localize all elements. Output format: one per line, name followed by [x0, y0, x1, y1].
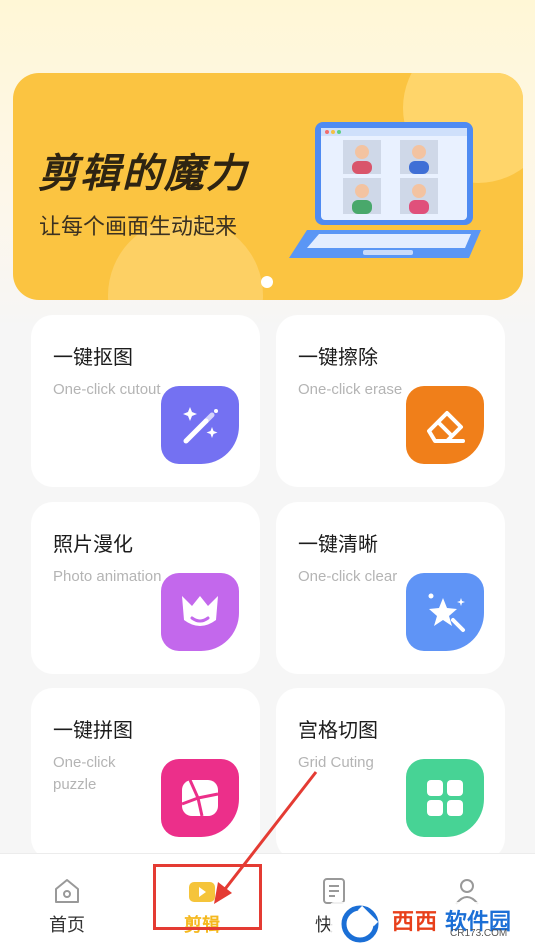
- tool-card-cutout[interactable]: 一键抠图 One-click cutout: [31, 315, 260, 487]
- tool-card-photo-animation[interactable]: 照片漫化 Photo animation: [31, 502, 260, 674]
- tool-subtitle: Photo animation: [53, 568, 162, 585]
- tool-title: 一键擦除: [298, 345, 378, 369]
- tool-title: 宫格切图: [298, 718, 378, 742]
- puzzle-collage-icon: [161, 759, 239, 837]
- tool-title: 一键清晰: [298, 532, 378, 556]
- tool-title: 一键拼图: [53, 718, 133, 742]
- tool-card-clarity[interactable]: 一键清晰 One-click clear: [276, 502, 505, 674]
- home-icon: [55, 879, 79, 903]
- tool-subtitle: One-click cutout: [53, 381, 161, 398]
- tool-subtitle: One-click erase: [298, 381, 403, 398]
- tool-card-grid-cut[interactable]: 宫格切图 Grid Cuting: [276, 688, 505, 860]
- tool-subtitle: Grid Cuting: [298, 754, 374, 771]
- tool-subtitle: One-click puzzle: [53, 754, 116, 793]
- sparkle-star-icon: [406, 573, 484, 651]
- grid-icon: [406, 759, 484, 837]
- carousel-indicator[interactable]: [261, 276, 273, 288]
- banner-subtitle: 让每个画面生动起来: [39, 215, 238, 240]
- banner-title: 剪辑的魔力: [38, 151, 248, 197]
- nav-home[interactable]: 首页: [12, 854, 122, 944]
- promo-banner[interactable]: 剪辑的魔力 让每个画面生动起来: [13, 73, 523, 300]
- tool-card-puzzle[interactable]: 一键拼图 One-click puzzle: [31, 688, 260, 860]
- tool-subtitle: One-click clear: [298, 568, 398, 585]
- annotation-highlight-box: [153, 864, 262, 930]
- eraser-icon: [406, 386, 484, 464]
- cartoon-face-icon: [161, 573, 239, 651]
- tool-title: 一键抠图: [53, 345, 133, 369]
- tool-title: 照片漫化: [53, 532, 133, 556]
- magic-wand-icon: [161, 386, 239, 464]
- watermark-url: CR173.COM: [450, 928, 508, 939]
- nav-home-label: 首页: [49, 915, 85, 936]
- watermark-brand-red: 西西: [392, 910, 439, 935]
- laptop-video-call-illustration: [289, 122, 481, 258]
- tool-card-erase[interactable]: 一键擦除 One-click erase: [276, 315, 505, 487]
